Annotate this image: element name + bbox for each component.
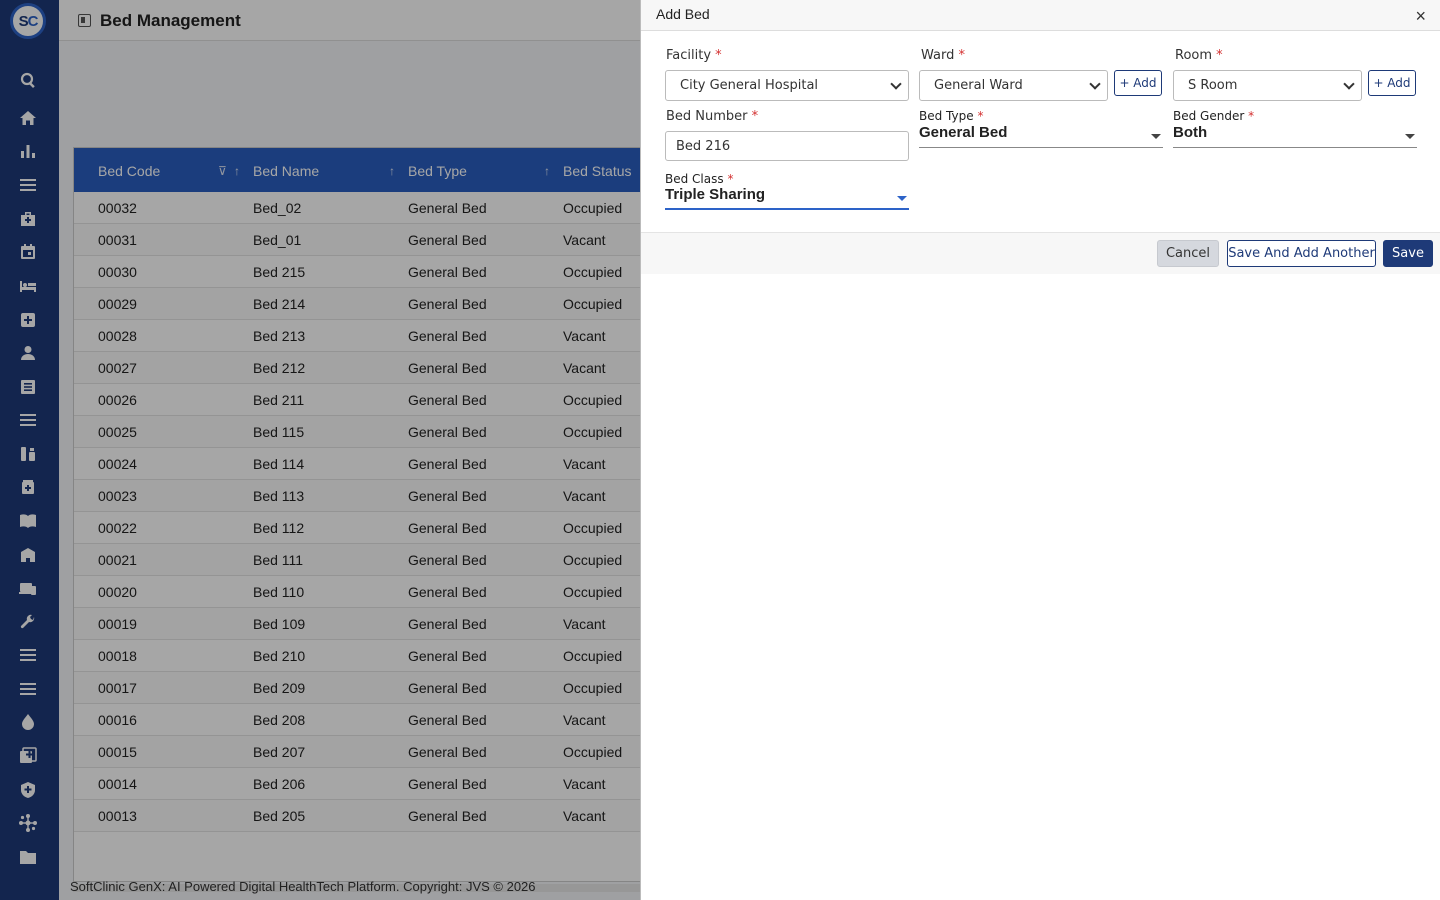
- bed-class-select[interactable]: Triple Sharing: [665, 186, 909, 210]
- bed-type-label: Bed Type *: [919, 109, 984, 123]
- panel-actions: Cancel Save And Add Another Save: [641, 232, 1440, 274]
- add-bed-panel: Add Bed × Facility * City General Hospit…: [640, 0, 1440, 900]
- ward-label: Ward *: [921, 48, 965, 63]
- dropdown-arrow-icon: [1151, 134, 1161, 139]
- bed-gender-select[interactable]: Both: [1173, 124, 1417, 148]
- bed-number-input[interactable]: Bed 216: [665, 131, 909, 161]
- panel-header: Add Bed ×: [641, 0, 1440, 31]
- bed-class-label: Bed Class *: [665, 172, 734, 186]
- bed-number-label: Bed Number *: [666, 109, 759, 124]
- save-and-add-another-button[interactable]: Save And Add Another: [1227, 240, 1376, 267]
- cancel-button[interactable]: Cancel: [1157, 240, 1219, 267]
- room-label: Room *: [1175, 48, 1223, 63]
- chevron-down-icon: [1343, 78, 1355, 90]
- close-icon[interactable]: ×: [1415, 7, 1426, 25]
- bed-gender-label: Bed Gender *: [1173, 109, 1255, 123]
- chevron-down-icon: [890, 78, 902, 90]
- save-button[interactable]: Save: [1383, 240, 1433, 267]
- dropdown-arrow-icon: [897, 196, 907, 201]
- ward-select[interactable]: General Ward: [919, 70, 1108, 101]
- room-select[interactable]: S Room: [1173, 70, 1362, 101]
- bed-type-select[interactable]: General Bed: [919, 124, 1163, 148]
- panel-title: Add Bed: [656, 6, 710, 22]
- dropdown-arrow-icon: [1405, 134, 1415, 139]
- add-room-button[interactable]: + Add: [1368, 70, 1416, 96]
- facility-label: Facility *: [666, 48, 722, 63]
- chevron-down-icon: [1089, 78, 1101, 90]
- add-ward-button[interactable]: + Add: [1114, 70, 1162, 96]
- facility-select[interactable]: City General Hospital: [665, 70, 909, 101]
